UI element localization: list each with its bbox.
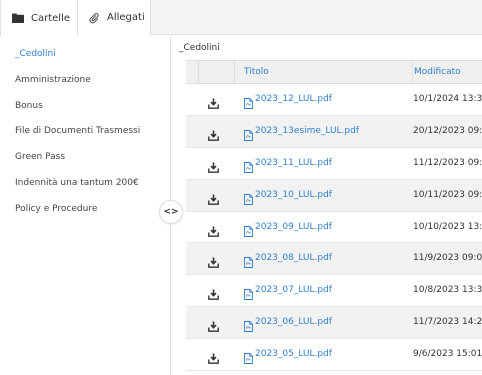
sidebar-item-indennita[interactable]: Indennità una tantum 200€	[15, 178, 139, 188]
download-icon[interactable]	[208, 158, 219, 173]
file-name-link[interactable]: 2023_08_LUL.pdf	[255, 253, 332, 263]
table-row[interactable]: 2023_10_LUL.pdf 10/11/2023 09:31	[186, 179, 482, 212]
file-name-link[interactable]: 2023_12_LUL.pdf	[255, 94, 332, 104]
modified-date: 20/12/2023 09:35	[413, 125, 482, 136]
sidebar-item-policy-procedure[interactable]: Policy e Procedure	[15, 204, 97, 214]
tab-bar: Cartelle Allegati	[0, 0, 482, 36]
file-table: Titolo Modificato 2023_12_LUL.pdf 10/1/20…	[186, 60, 482, 372]
table-row[interactable]: 2023_06_LUL.pdf 11/7/2023 14:26	[186, 307, 482, 340]
file-name-link[interactable]: 2023_07_LUL.pdf	[255, 285, 332, 295]
sidebar-item-green-pass[interactable]: Green Pass	[15, 152, 65, 162]
table-row[interactable]: 2023_11_LUL.pdf 11/12/2023 09:39	[186, 148, 482, 180]
modified-date: 9/6/2023 15:01	[413, 349, 482, 360]
download-icon[interactable]	[208, 253, 219, 269]
modified-date: 11/12/2023 09:39	[413, 157, 482, 168]
breadcrumb: _Cedolini	[179, 43, 220, 53]
sidebar-item-bonus[interactable]: Bonus	[15, 101, 43, 111]
modified-date: 11/9/2023 09:07	[413, 253, 482, 264]
pdf-file-icon	[244, 94, 253, 109]
pdf-file-icon	[244, 349, 253, 365]
modified-date: 10/1/2024 13:34	[413, 94, 482, 104]
tab-allegati[interactable]: Allegati	[78, 0, 151, 35]
table-row[interactable]: 2023_08_LUL.pdf 11/9/2023 09:07	[186, 243, 482, 276]
pdf-file-icon	[244, 158, 253, 173]
file-name-link[interactable]: 2023_05_LUL.pdf	[255, 349, 332, 359]
pdf-file-icon	[244, 253, 253, 269]
column-header-title[interactable]: Titolo	[244, 67, 269, 77]
sidebar-toggle-button[interactable]: <>	[159, 200, 183, 224]
sidebar-item-amministrazione[interactable]: Amministrazione	[15, 75, 91, 85]
modified-date: 10/8/2023 13:30	[413, 285, 482, 296]
tab-cartelle[interactable]: Cartelle	[0, 0, 78, 36]
table-row[interactable]: 2023_12_LUL.pdf 10/1/2024 13:34	[186, 84, 482, 116]
download-icon[interactable]	[208, 285, 219, 301]
file-name-link[interactable]: 2023_09_LUL.pdf	[255, 222, 332, 232]
pdf-file-icon	[244, 190, 253, 205]
pdf-file-icon	[244, 126, 253, 141]
column-divider	[412, 61, 413, 83]
file-name-link[interactable]: 2023_06_LUL.pdf	[255, 317, 332, 327]
table-header: Titolo Modificato	[186, 60, 482, 84]
paperclip-icon	[88, 12, 100, 24]
pdf-file-icon	[244, 222, 253, 237]
modified-date: 11/7/2023 14:26	[413, 317, 482, 328]
download-icon[interactable]	[208, 349, 219, 365]
file-name-link[interactable]: 2023_10_LUL.pdf	[255, 190, 332, 200]
modified-date: 10/10/2023 13:21	[413, 221, 482, 232]
file-name-link[interactable]: 2023_11_LUL.pdf	[255, 158, 332, 168]
table-row[interactable]: 2023_13esime_LUL.pdf 20/12/2023 09:35	[186, 115, 482, 148]
table-row[interactable]: 2023_05_LUL.pdf 9/6/2023 15:01	[186, 339, 482, 372]
pdf-file-icon	[244, 317, 253, 333]
sidebar-item-file-documenti-trasmessi[interactable]: File di Documenti Trasmessi	[15, 126, 140, 136]
table-body: 2023_12_LUL.pdf 10/1/2024 13:34 2023_13esi…	[186, 84, 482, 372]
table-row[interactable]: 2023_07_LUL.pdf 10/8/2023 13:30	[186, 275, 482, 308]
modified-date: 10/11/2023 09:31	[413, 189, 482, 200]
tab-label: Cartelle	[31, 12, 71, 24]
download-icon[interactable]	[208, 94, 219, 109]
collapse-expand-icon: <>	[163, 207, 179, 217]
table-row[interactable]: 2023_09_LUL.pdf 10/10/2023 13:21	[186, 212, 482, 244]
folder-icon	[12, 12, 24, 24]
download-icon[interactable]	[208, 222, 219, 237]
download-icon[interactable]	[208, 317, 219, 333]
folder-sidebar: _Cedolini Amministrazione Bonus File di …	[0, 36, 171, 375]
download-column-header	[199, 61, 235, 83]
tab-label: Allegati	[107, 12, 145, 23]
select-column-header[interactable]	[186, 61, 199, 83]
file-name-link[interactable]: 2023_13esime_LUL.pdf	[255, 126, 359, 136]
file-list-panel: _Cedolini Titolo Modificato 2023_12_LUL.…	[172, 36, 482, 375]
download-icon[interactable]	[208, 190, 219, 205]
pdf-file-icon	[244, 285, 253, 301]
download-icon[interactable]	[208, 126, 219, 141]
column-header-modified[interactable]: Modificato	[414, 67, 461, 77]
sidebar-item-cedolini[interactable]: _Cedolini	[15, 49, 56, 59]
